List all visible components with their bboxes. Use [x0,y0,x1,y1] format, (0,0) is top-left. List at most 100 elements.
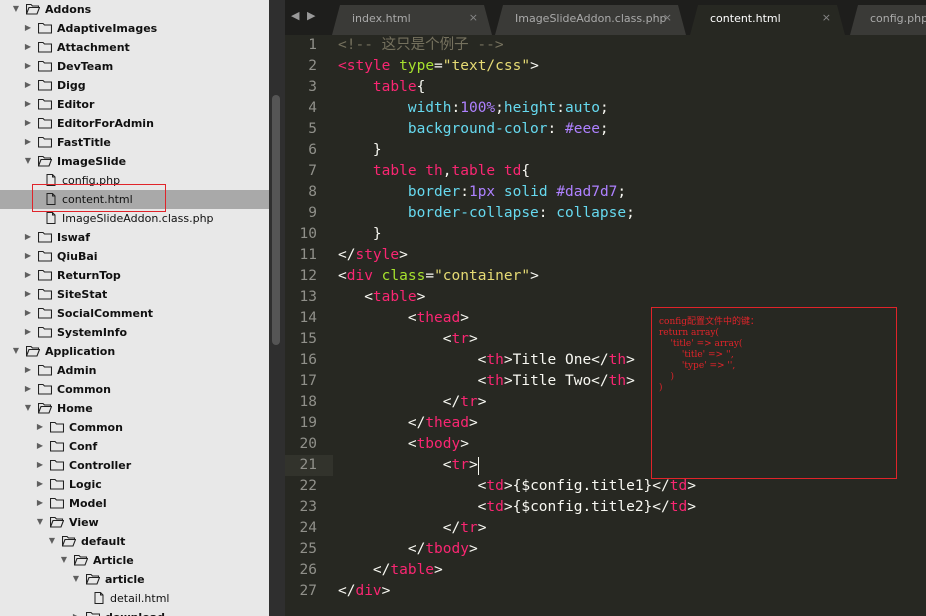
code-line[interactable]: 26 </table> [285,560,926,581]
tab-forward-arrow-icon[interactable]: ▶ [307,9,315,22]
collapsed-arrow-icon[interactable]: ▶ [23,80,33,90]
collapsed-arrow-icon[interactable]: ▶ [71,612,81,616]
collapsed-arrow-icon[interactable]: ▶ [23,137,33,147]
file-row[interactable]: detail.html [0,589,269,608]
collapsed-arrow-icon[interactable]: ▶ [23,384,33,394]
code-line[interactable]: 4 width:100%;height:auto; [285,98,926,119]
folder-row[interactable]: ▼ Addons [0,0,269,19]
close-icon[interactable]: × [469,11,478,24]
collapsed-arrow-icon[interactable]: ▶ [23,42,33,52]
folder-row[interactable]: ▶ QiuBai [0,247,269,266]
sidebar-scrollbar-thumb[interactable] [272,95,280,345]
folder-row[interactable]: ▶ Model [0,494,269,513]
tab-config-php[interactable]: config.php [850,5,926,35]
tab-imageslideaddon-class-php[interactable]: ImageSlideAddon.class.php × [495,5,686,35]
folder-row[interactable]: ▼ article [0,570,269,589]
line-number: 25 [299,541,317,557]
code-line[interactable]: 8 border:1px solid #dad7d7; [285,182,926,203]
folder-row[interactable]: ▶ SiteStat [0,285,269,304]
code-line[interactable]: 3 table{ [285,77,926,98]
code-text: <th>Title Two</th> [338,371,635,392]
collapsed-arrow-icon[interactable]: ▶ [35,479,45,489]
folder-row[interactable]: ▶ Digg [0,76,269,95]
expanded-arrow-icon[interactable]: ▼ [23,403,33,413]
tab-index-html[interactable]: index.html × [332,5,492,35]
folder-row[interactable]: ▶ Common [0,380,269,399]
collapsed-arrow-icon[interactable]: ▶ [23,118,33,128]
code-line[interactable]: 10 } [285,224,926,245]
code-line[interactable]: 7 table th,table td{ [285,161,926,182]
folder-row[interactable]: ▶ Attachment [0,38,269,57]
folder-row[interactable]: ▼ default [0,532,269,551]
collapsed-arrow-icon[interactable]: ▶ [23,327,33,337]
folder-row[interactable]: ▶ SystemInfo [0,323,269,342]
code-line[interactable]: 25 </tbody> [285,539,926,560]
code-token: > [468,457,478,473]
tree-item-label: Home [57,402,93,415]
code-line[interactable]: 9 border-collapse: collapse; [285,203,926,224]
collapsed-arrow-icon[interactable]: ▶ [35,460,45,470]
code-line[interactable]: 24 </tr> [285,518,926,539]
folder-row[interactable]: ▶ EditorForAdmin [0,114,269,133]
folder-icon [37,117,53,129]
folder-row[interactable]: ▼ Application [0,342,269,361]
folder-row[interactable]: ▶ SocialComment [0,304,269,323]
expanded-arrow-icon[interactable]: ▼ [11,4,21,14]
expanded-arrow-icon[interactable]: ▼ [35,517,45,527]
annotation-text-line: ) [659,372,674,382]
folder-row[interactable]: ▶ Conf [0,437,269,456]
expanded-arrow-icon[interactable]: ▼ [47,536,57,546]
folder-row[interactable]: ▶ Iswaf [0,228,269,247]
code-text: </thead> [338,413,478,434]
collapsed-arrow-icon[interactable]: ▶ [23,270,33,280]
folder-row[interactable]: ▼ ImageSlide [0,152,269,171]
folder-row[interactable]: ▶ Common [0,418,269,437]
code-line[interactable]: 5 background-color: #eee; [285,119,926,140]
collapsed-arrow-icon[interactable]: ▶ [23,61,33,71]
close-icon[interactable]: × [663,11,672,24]
tab-content-html[interactable]: content.html × [690,5,845,35]
annotation-text-line: config配置文件中的键： [659,317,760,327]
expanded-arrow-icon[interactable]: ▼ [23,156,33,166]
tab-back-arrow-icon[interactable]: ◀ [291,9,299,22]
collapsed-arrow-icon[interactable]: ▶ [35,441,45,451]
folder-row[interactable]: ▶ AdaptiveImages [0,19,269,38]
code-line[interactable]: 2 <style type="text/css"> [285,56,926,77]
code-line[interactable]: 6 } [285,140,926,161]
code-line[interactable]: 12 <div class="container"> [285,266,926,287]
folder-row[interactable]: ▶ Logic [0,475,269,494]
expanded-arrow-icon[interactable]: ▼ [59,555,69,565]
folder-row[interactable]: ▼ View [0,513,269,532]
tree-item-label: Admin [57,364,97,377]
folder-row[interactable]: ▶ FastTitle [0,133,269,152]
folder-row[interactable]: ▶ Editor [0,95,269,114]
folder-row[interactable]: ▶ DevTeam [0,57,269,76]
folder-row[interactable]: ▶ Controller [0,456,269,475]
collapsed-arrow-icon[interactable]: ▶ [35,498,45,508]
folder-row[interactable]: ▶ Admin [0,361,269,380]
collapsed-arrow-icon[interactable]: ▶ [23,23,33,33]
collapsed-arrow-icon[interactable]: ▶ [23,289,33,299]
code-line[interactable]: 11 </style> [285,245,926,266]
code-line[interactable]: 23 <td>{$config.title2}</td> [285,497,926,518]
collapsed-arrow-icon[interactable]: ▶ [23,365,33,375]
code-token: < [338,310,417,326]
expanded-arrow-icon[interactable]: ▼ [71,574,81,584]
collapsed-arrow-icon[interactable]: ▶ [23,251,33,261]
close-icon[interactable]: × [822,11,831,24]
code-line[interactable]: 1 <!-- 这只是个例子 --> [285,35,926,56]
folder-row[interactable]: ▶ download [0,608,269,616]
code-line[interactable]: 27 </div> [285,581,926,602]
folder-row[interactable]: ▶ ReturnTop [0,266,269,285]
collapsed-arrow-icon[interactable]: ▶ [35,422,45,432]
folder-icon [37,60,53,72]
code-line[interactable]: 13 <table> [285,287,926,308]
code-line[interactable]: 22 <td>{$config.title1}</td> [285,476,926,497]
collapsed-arrow-icon[interactable]: ▶ [23,308,33,318]
expanded-arrow-icon[interactable]: ▼ [11,346,21,356]
folder-row[interactable]: ▼ Article [0,551,269,570]
collapsed-arrow-icon[interactable]: ▶ [23,232,33,242]
collapsed-arrow-icon[interactable]: ▶ [23,99,33,109]
folder-row[interactable]: ▼ Home [0,399,269,418]
